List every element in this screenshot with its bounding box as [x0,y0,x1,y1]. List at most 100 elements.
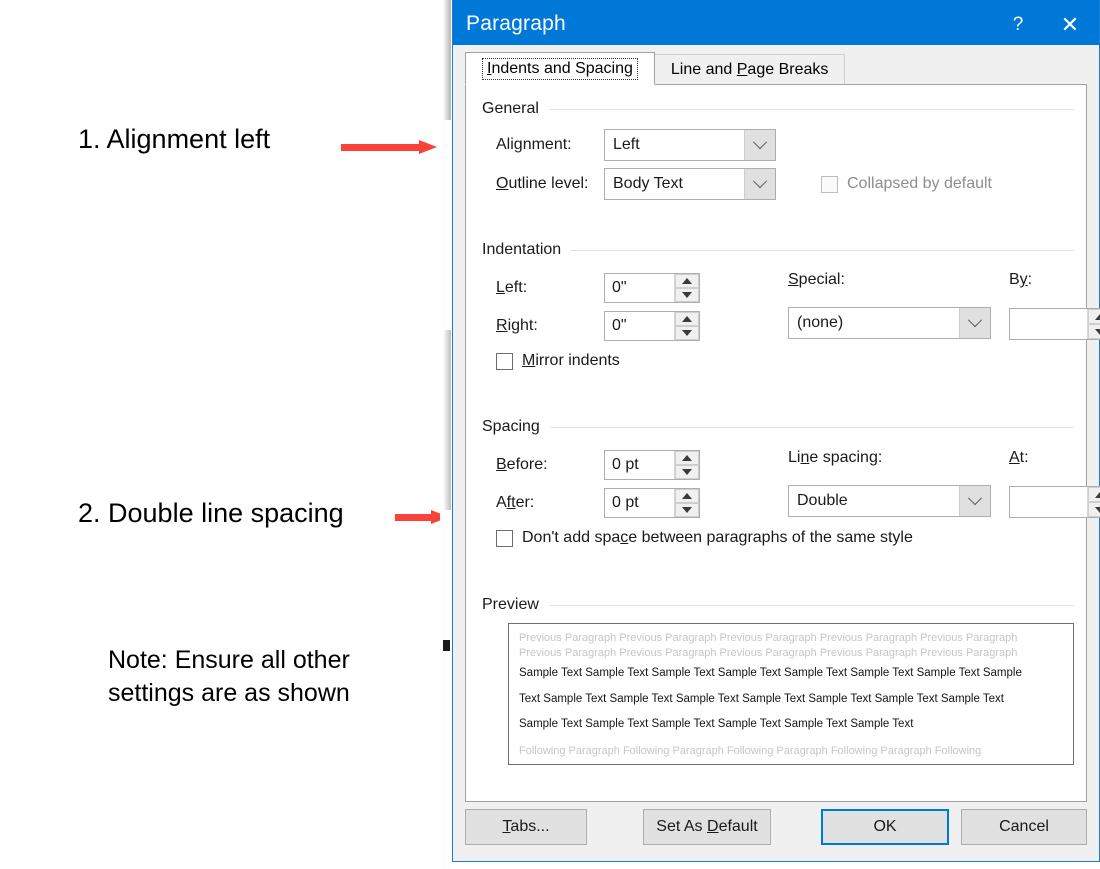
tabs-button[interactable]: Tabs... [465,809,587,845]
at-label: At: [1009,449,1029,466]
space-after-value: 0 pt [612,494,639,511]
spinner-down-icon[interactable] [675,503,699,517]
preview-sample-line: Sample Text Sample Text Sample Text Samp… [519,666,1022,679]
ok-button-label: OK [873,818,897,835]
group-divider [549,426,1074,428]
spinner-down-icon[interactable] [675,288,699,302]
annotation-arrow-1 [341,140,439,154]
group-general: General [482,99,1074,119]
tab-indents-and-spacing[interactable]: Indents and Spacing [465,52,655,85]
mirror-indents-checkbox[interactable]: Mirror indents [496,352,620,370]
spinner-down-icon[interactable] [675,326,699,340]
group-general-legend-text: General [482,100,539,117]
indent-right-spinner[interactable]: 0" [604,311,700,341]
tabstrip: Indents and Spacing Line and Page Breaks [465,52,846,85]
outline-level-combobox[interactable]: Body Text [604,168,776,200]
spinner-up-icon[interactable] [675,489,699,503]
preview-previous-line: Previous Paragraph Previous Paragraph Pr… [519,632,1018,644]
dialog-button-bar: Tabs... Set As Default OK Cancel [453,809,1099,861]
by-spinner-row [1009,308,1100,340]
arrow-head [419,140,437,154]
line-spacing-label-row: Line spacing: [788,449,882,467]
group-divider [571,249,1074,251]
arrow-shaft [395,514,433,521]
spinner-down-icon[interactable] [1088,502,1100,517]
chevron-down-icon[interactable] [959,308,990,338]
space-after-spinner[interactable]: 0 pt [604,488,700,518]
group-preview-legend: Preview [482,595,1074,615]
group-divider [548,108,1074,110]
spinner-down-icon[interactable] [675,465,699,479]
space-before-spinner[interactable]: 0 pt [604,450,700,480]
tab-accel: P [736,60,748,78]
special-combobox[interactable]: (none) [788,307,991,339]
spinner-buttons [1087,309,1100,339]
spinner-up-icon[interactable] [675,274,699,288]
checkbox-box [821,175,838,193]
preview-sample-line: Sample Text Sample Text Sample Text Samp… [519,718,914,731]
chevron-down-icon[interactable] [744,169,775,199]
cancel-button[interactable]: Cancel [961,809,1087,845]
collapsed-by-default-checkbox[interactable]: Collapsed by default [821,175,992,193]
spinner-up-icon[interactable] [1088,309,1100,324]
group-divider [548,604,1074,606]
spinner-up-icon[interactable] [675,312,699,326]
preview-following-line: Following Paragraph Following Paragraph … [519,745,982,758]
dont-add-space-checkbox[interactable]: Don't add space between paragraphs of th… [496,529,913,547]
spinner-buttons [674,312,699,340]
indent-left-value: 0" [612,279,627,296]
tab-line-and-page-breaks-label: Line and Page Breaks [670,60,829,78]
tab-line-and-page-breaks[interactable]: Line and Page Breaks [653,54,846,85]
close-icon[interactable]: ✕ [1041,1,1099,45]
dialog-title: Paragraph [466,12,566,35]
scrollbar-marker [443,640,450,651]
dont-add-space-label: Don't add space between paragraphs of th… [522,529,913,546]
group-spacing-legend: Spacing [482,417,1074,437]
annotation-step-2: 2. Double line spacing [78,498,344,528]
titlebar-buttons: ? ✕ [995,1,1099,45]
group-indentation-legend: Indentation [482,240,1074,260]
checkbox-box [496,529,513,547]
chevron-down-icon[interactable] [959,486,990,516]
indent-right-value: 0" [612,317,627,334]
indent-left-spinner[interactable]: 0" [604,273,700,303]
alignment-value: Left [613,136,640,153]
line-spacing-combobox[interactable]: Double [788,485,991,517]
row-space-after: After: 0 pt [496,488,700,518]
group-spacing: Spacing [482,417,1074,437]
tab-label-rest: ndents and Spacing [491,59,633,77]
space-before-label: Before: [496,456,548,473]
by-value [1010,309,1087,339]
cancel-button-label: Cancel [999,818,1049,835]
ok-button[interactable]: OK [821,809,949,845]
help-icon[interactable]: ? [995,1,1041,45]
collapsed-by-default-label: Collapsed by default [847,175,992,192]
chevron-down-icon[interactable] [744,130,775,160]
dialog-body: Indents and Spacing Line and Page Breaks… [453,45,1100,861]
line-spacing-combobox-row: Double [788,485,991,517]
at-spinner-row [1009,486,1100,518]
alignment-combobox[interactable]: Left [604,129,776,161]
preview-box: Previous Paragraph Previous Paragraph Pr… [508,623,1074,765]
tabpanel-indents-and-spacing: General Alignment: Left Outline level: B… [465,84,1100,802]
checkbox-box [496,352,513,370]
row-outline-level: Outline level: Body Text Collapsed by de… [496,168,1076,200]
at-spinner[interactable] [1009,486,1100,518]
by-label: By: [1009,271,1033,288]
set-as-default-button[interactable]: Set As Default [643,809,771,845]
dialog-titlebar[interactable]: Paragraph ? ✕ [453,0,1099,45]
spinner-up-icon[interactable] [1088,487,1100,502]
indent-right-label: Right: [496,317,538,334]
group-preview: Preview [482,595,1074,615]
scrollbar-thumb-upper[interactable] [443,0,451,120]
spinner-down-icon[interactable] [1088,324,1100,339]
spinner-buttons [674,489,699,517]
by-spinner[interactable] [1009,308,1100,340]
arrow-shaft [341,144,421,151]
annotation-note: Note: Ensure all other settings are as s… [108,646,350,707]
spinner-up-icon[interactable] [675,451,699,465]
scrollbar-thumb[interactable] [443,330,451,510]
group-indentation-legend-text: Indentation [482,241,562,258]
at-value [1010,487,1087,517]
group-indentation: Indentation [482,240,1074,260]
